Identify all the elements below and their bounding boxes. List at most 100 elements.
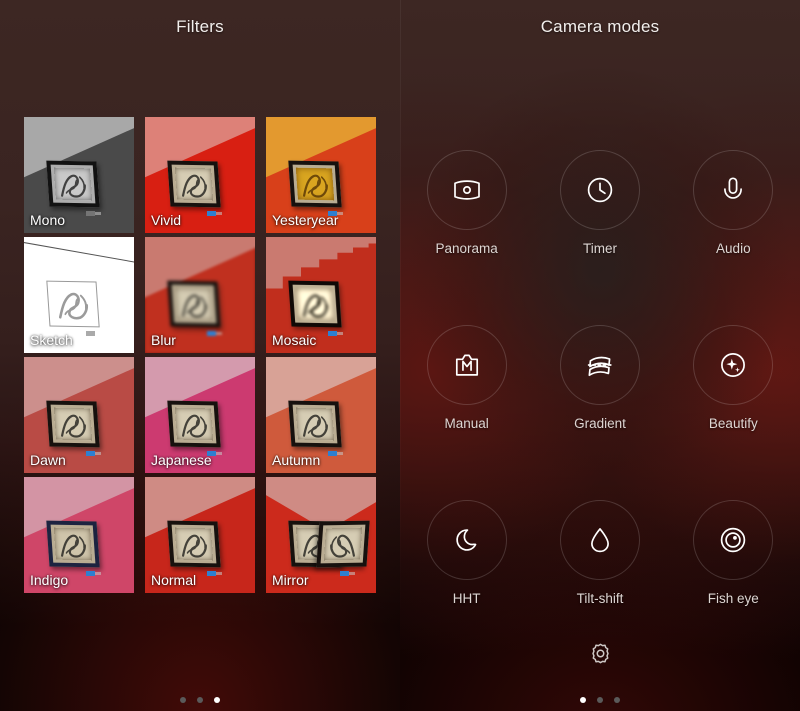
beautify-icon [715, 347, 751, 383]
camera-mode-circle [693, 500, 774, 580]
camera-mode-circle [693, 325, 774, 405]
timer-icon [582, 172, 618, 208]
thumbnail-artwork [295, 287, 335, 321]
thumbnail-artwork [295, 407, 335, 441]
page-dot[interactable] [197, 697, 203, 703]
camera-mode-hht[interactable]: HHT [400, 500, 533, 606]
filter-grid: Mono Vivid Yesteryear Sketch Blur Mosaic Dawn J… [24, 117, 376, 593]
filter-tile-label: Mono [30, 212, 66, 228]
filter-tile-label: Yesteryear [272, 212, 339, 228]
thumbnail-picture-frame [167, 280, 221, 328]
camera-mode-circle [426, 150, 507, 230]
thumbnail-artwork [174, 167, 214, 201]
camera-mode-audio[interactable]: Audio [667, 150, 800, 256]
filter-tile-label: Sketch [30, 332, 73, 348]
thumbnail-picture-frame [46, 400, 100, 448]
camera-modes-panel-title: Camera modes [540, 17, 660, 36]
filter-tile[interactable]: Mono [24, 117, 134, 233]
page-dot[interactable] [580, 697, 586, 703]
filter-tile[interactable]: Autumn [266, 357, 376, 473]
camera-mode-label: Manual [444, 416, 489, 431]
camera-mode-label: Panorama [435, 241, 498, 256]
camera-mode-panorama[interactable]: Panorama [400, 150, 533, 256]
camera-mode-gradient[interactable]: Gradient [533, 325, 666, 431]
filter-tile-label: Vivid [151, 212, 182, 228]
camera-mode-label: Audio [716, 241, 751, 256]
gradient-icon [582, 347, 618, 383]
thumbnail-picture-frame [167, 400, 221, 448]
page-dot[interactable] [180, 697, 186, 703]
microphone-icon [715, 172, 751, 208]
thumbnail-wall-badge [207, 211, 216, 216]
filter-tile-label: Normal [151, 572, 197, 588]
filters-panel: Filters Mono Vivid Yesteryear Sketch Blur Mos… [0, 0, 400, 711]
thumbnail-artwork [323, 527, 363, 561]
thumbnail-wall-badge [86, 331, 95, 336]
thumbnail-wall-badge [86, 211, 95, 216]
thumbnail-picture-frame [46, 160, 100, 208]
filter-tile-label: Indigo [30, 572, 69, 588]
camera-mode-fish-eye[interactable]: Fish eye [667, 500, 800, 606]
camera-mode-label: HHT [452, 591, 481, 606]
camera-mode-circle [426, 325, 507, 405]
filter-tile-label: Autumn [272, 452, 321, 468]
filter-tile[interactable]: Japanese [145, 357, 255, 473]
camera-modes-grid: Panorama Timer Audio Manual Gradient Beautify… [400, 150, 800, 606]
camera-mode-circle [559, 325, 640, 405]
thumbnail-artwork [295, 167, 335, 201]
thumbnail-picture-frame [316, 520, 370, 568]
moon-icon [449, 522, 485, 558]
camera-mode-tilt-shift[interactable]: Tilt-shift [533, 500, 666, 606]
fisheye-icon [715, 522, 751, 558]
page-dot[interactable] [214, 697, 220, 703]
camera-mode-manual[interactable]: Manual [400, 325, 533, 431]
camera-mode-label: Beautify [708, 416, 758, 431]
filter-tile[interactable]: Sketch [24, 237, 134, 353]
thumbnail-wall-badge [340, 571, 349, 576]
filter-tile[interactable]: Indigo [24, 477, 134, 593]
camera-modes-page-indicator[interactable] [400, 697, 800, 703]
filter-tile[interactable]: Dawn [24, 357, 134, 473]
thumbnail-artwork [53, 527, 93, 561]
thumbnail-picture-frame [288, 160, 342, 208]
camera-mode-label: Tilt-shift [576, 591, 624, 606]
camera-mode-beautify[interactable]: Beautify [667, 325, 800, 431]
panorama-icon [449, 172, 485, 208]
filter-tile[interactable]: Yesteryear [266, 117, 376, 233]
thumbnail-artwork [50, 284, 96, 324]
thumbnail-picture-frame [46, 280, 100, 328]
thumbnail-artwork [174, 407, 214, 441]
thumbnail-artwork [53, 407, 93, 441]
filter-tile[interactable]: Mirror [266, 477, 376, 593]
filter-tile-label: Blur [151, 332, 176, 348]
filter-tile-label: Mirror [272, 572, 309, 588]
settings-button[interactable] [400, 641, 800, 666]
thumbnail-picture-frame [167, 520, 221, 568]
filter-tile[interactable]: Normal [145, 477, 255, 593]
camera-mode-label: Timer [582, 241, 617, 256]
camera-mode-circle [559, 150, 640, 230]
filter-tile[interactable]: Blur [145, 237, 255, 353]
thumbnail-wall-badge [328, 331, 337, 336]
thumbnail-wall-badge [328, 451, 337, 456]
page-dot[interactable] [597, 697, 603, 703]
thumbnail-picture-frame [167, 160, 221, 208]
thumbnail-wall-badge [207, 331, 216, 336]
panel-divider [400, 0, 401, 711]
filter-tile[interactable]: Mosaic [266, 237, 376, 353]
gear-icon [588, 641, 613, 666]
thumbnail-wall-badge [86, 571, 95, 576]
camera-mode-timer[interactable]: Timer [533, 150, 666, 256]
filter-tile[interactable]: Vivid [145, 117, 255, 233]
thumbnail-artwork [174, 527, 214, 561]
camera-app-screen: Filters Mono Vivid Yesteryear Sketch Blur Mos… [0, 0, 800, 711]
water-drop-icon [582, 522, 618, 558]
camera-mode-label: Fish eye [707, 591, 759, 606]
page-dot[interactable] [614, 697, 620, 703]
camera-modes-panel: Camera modes Panorama Timer Audio Manual Gra… [400, 0, 800, 711]
thumbnail-artwork [53, 167, 93, 201]
thumbnail-picture-frame [46, 520, 100, 568]
filter-tile-label: Dawn [30, 452, 66, 468]
filters-page-indicator[interactable] [0, 697, 400, 703]
thumbnail-wall-badge [207, 571, 216, 576]
